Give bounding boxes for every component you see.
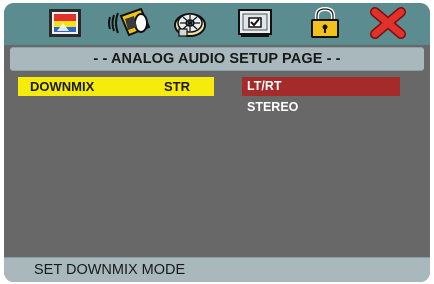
downmix-current-value: STR	[164, 79, 190, 94]
setup-menu-frame: - - ANALOG AUDIO SETUP PAGE - - DOWNMIX …	[4, 3, 430, 282]
page-title: - - ANALOG AUDIO SETUP PAGE - -	[93, 51, 341, 67]
option-lt-rt[interactable]: LT/RT	[242, 77, 400, 96]
general-setup-icon[interactable]	[47, 7, 83, 39]
status-bar: SET DOWNMIX MODE	[4, 257, 430, 282]
downmix-label: DOWNMIX	[30, 79, 95, 94]
status-text: SET DOWNMIX MODE	[34, 262, 186, 278]
setup-category-bar	[4, 3, 430, 45]
dolby-setup-icon[interactable]	[172, 7, 208, 39]
exit-icon[interactable]	[370, 7, 406, 39]
password-lock-icon[interactable]	[307, 7, 343, 39]
audio-setup-icon[interactable]	[107, 7, 153, 39]
preference-icon[interactable]	[237, 7, 273, 39]
option-label: STEREO	[247, 100, 299, 114]
page-title-bar: - - ANALOG AUDIO SETUP PAGE - -	[10, 47, 424, 71]
downmix-setting-row[interactable]: DOWNMIX STR	[18, 77, 214, 96]
option-label: LT/RT	[247, 79, 282, 93]
option-stereo[interactable]: STEREO	[242, 98, 400, 117]
